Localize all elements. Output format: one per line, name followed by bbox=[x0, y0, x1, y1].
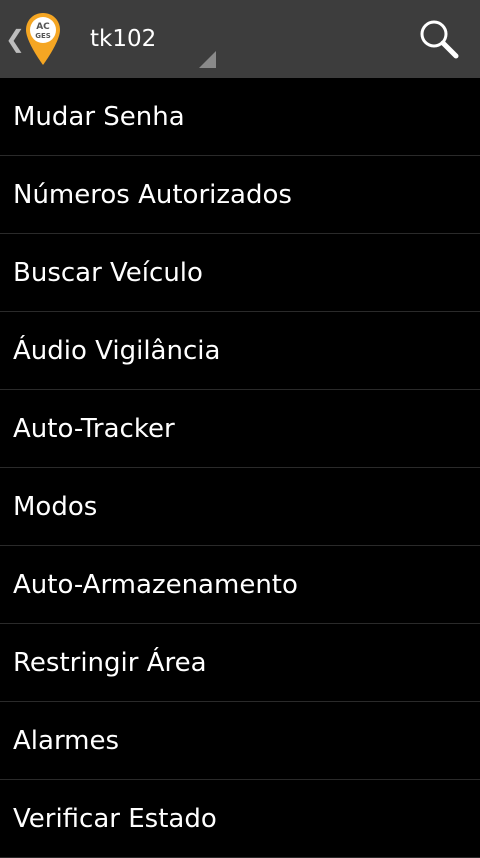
menu-item-numeros-autorizados[interactable]: Números Autorizados bbox=[0, 156, 480, 234]
menu-item-auto-armazenamento[interactable]: Auto-Armazenamento bbox=[0, 546, 480, 624]
action-bar: ❮ AC GES tk102 bbox=[0, 0, 480, 78]
menu-item-auto-tracker[interactable]: Auto-Tracker bbox=[0, 390, 480, 468]
menu-item-label: Auto-Armazenamento bbox=[13, 570, 298, 600]
app-logo[interactable]: AC GES bbox=[24, 11, 62, 67]
menu-item-label: Áudio Vigilância bbox=[13, 336, 221, 366]
menu-item-label: Alarmes bbox=[13, 726, 120, 756]
menu-item-audio-vigilancia[interactable]: Áudio Vigilância bbox=[0, 312, 480, 390]
menu-item-buscar-veiculo[interactable]: Buscar Veículo bbox=[0, 234, 480, 312]
menu-list: Mudar Senha Números Autorizados Buscar V… bbox=[0, 78, 480, 858]
menu-item-label: Restringir Área bbox=[13, 648, 207, 678]
menu-item-modos[interactable]: Modos bbox=[0, 468, 480, 546]
menu-item-label: Buscar Veículo bbox=[13, 258, 203, 288]
search-icon[interactable] bbox=[414, 14, 464, 64]
menu-item-label: Auto-Tracker bbox=[13, 414, 175, 444]
menu-item-label: Verificar Estado bbox=[13, 804, 217, 834]
svg-text:AC: AC bbox=[36, 22, 50, 32]
menu-item-mudar-senha[interactable]: Mudar Senha bbox=[0, 78, 480, 156]
chevron-left-icon[interactable]: ❮ bbox=[5, 26, 25, 52]
menu-item-label: Números Autorizados bbox=[13, 180, 292, 210]
device-selector-label: tk102 bbox=[90, 26, 157, 52]
menu-item-restringir-area[interactable]: Restringir Área bbox=[0, 624, 480, 702]
svg-text:GES: GES bbox=[35, 32, 51, 40]
menu-item-verificar-estado[interactable]: Verificar Estado bbox=[0, 780, 480, 858]
dropdown-arrow-icon bbox=[199, 51, 216, 68]
device-selector[interactable]: tk102 bbox=[78, 0, 220, 78]
menu-item-label: Mudar Senha bbox=[13, 102, 185, 132]
menu-item-alarmes[interactable]: Alarmes bbox=[0, 702, 480, 780]
menu-item-label: Modos bbox=[13, 492, 98, 522]
